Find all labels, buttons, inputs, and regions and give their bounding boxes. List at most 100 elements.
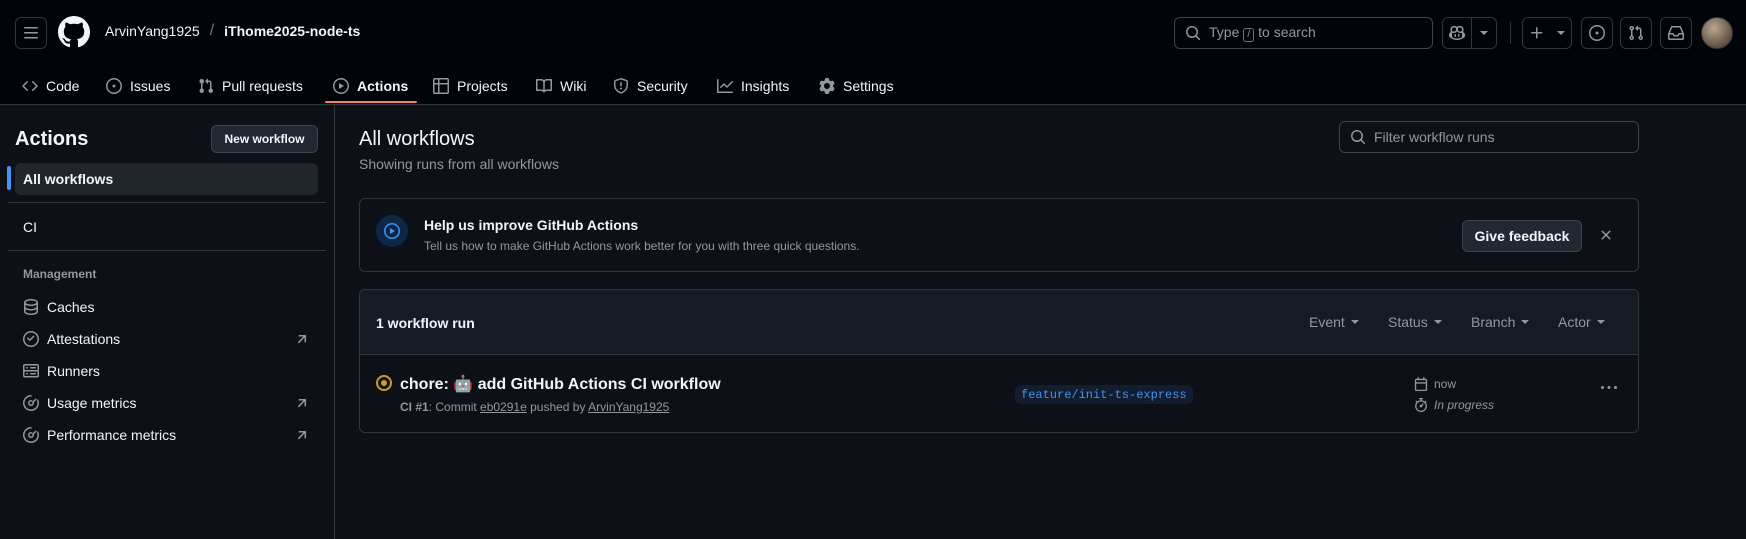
issue-opened-icon (106, 77, 122, 94)
tab-settings[interactable]: Settings (819, 66, 894, 105)
notifications-button[interactable] (1660, 17, 1692, 49)
copilot-menu-button[interactable] (1442, 17, 1497, 49)
arrow-up-right-icon (297, 335, 307, 344)
meter-icon (23, 427, 39, 443)
new-workflow-button[interactable]: New workflow (211, 125, 318, 153)
pull-requests-button[interactable] (1620, 17, 1652, 49)
meter-icon (23, 395, 39, 411)
user-avatar[interactable] (1701, 17, 1733, 49)
banner-text: Tell us how to make GitHub Actions work … (424, 239, 860, 253)
attestations-label: Attestations (47, 331, 121, 347)
arrow-up-right-icon (297, 399, 307, 408)
breadcrumb-repo-link[interactable]: iThome2025-node-ts (224, 23, 360, 39)
tab-projects-label: Projects (457, 77, 508, 94)
search-shortcut-key: / (1243, 28, 1255, 42)
sidebar-item-usage-metrics[interactable]: Usage metrics (15, 387, 318, 419)
tab-insights-label: Insights (741, 77, 790, 94)
tab-code[interactable]: Code (22, 66, 79, 105)
git-pull-request-icon (199, 78, 214, 93)
tab-pull-requests[interactable]: Pull requests (198, 66, 303, 105)
commit-link[interactable]: eb0291e (480, 400, 527, 414)
management-heading: Management (23, 267, 97, 281)
table-icon (433, 77, 449, 94)
sidebar-item-runners[interactable]: Runners (15, 355, 318, 387)
stopwatch-icon (1415, 398, 1427, 412)
branch-filter-dropdown[interactable]: Branch (1471, 314, 1530, 330)
event-filter-dropdown[interactable]: Event (1309, 314, 1359, 330)
runs-count: 1 workflow run (376, 315, 475, 331)
actor-link[interactable]: ArvinYang1925 (588, 400, 669, 414)
sidebar-divider (8, 202, 326, 203)
active-tab-indicator (325, 101, 417, 103)
tab-actions[interactable]: Actions (333, 66, 408, 105)
hamburger-menu-button[interactable] (15, 17, 47, 49)
tab-wiki-label: Wiki (560, 77, 587, 94)
search-icon (1351, 130, 1366, 145)
close-icon[interactable] (1598, 227, 1614, 243)
sidebar-item-ci[interactable]: CI (15, 211, 318, 243)
calendar-icon (1414, 377, 1428, 391)
breadcrumb-owner-link[interactable]: ArvinYang1925 (105, 23, 200, 39)
verified-icon (23, 331, 39, 347)
copilot-icon[interactable] (1443, 18, 1473, 48)
sidebar-item-caches[interactable]: Caches (15, 291, 318, 323)
page-title: All workflows (359, 128, 475, 150)
tab-insights[interactable]: Insights (717, 66, 789, 105)
issues-button[interactable] (1581, 17, 1613, 49)
book-icon (536, 78, 552, 92)
chevron-down-icon (1433, 320, 1442, 324)
shield-icon (614, 77, 628, 94)
tab-issues-label: Issues (130, 77, 171, 94)
sidebar-divider (8, 250, 326, 251)
actor-filter-dropdown[interactable]: Actor (1558, 314, 1605, 330)
tab-code-label: Code (46, 77, 80, 94)
kebab-horizontal-icon[interactable] (1599, 380, 1619, 396)
usage-metrics-label: Usage metrics (47, 395, 137, 411)
tab-security-label: Security (637, 77, 688, 94)
caches-label: Caches (47, 299, 95, 315)
code-icon (22, 80, 38, 91)
run-meta: CI #1: Commit eb0291e pushed by ArvinYan… (400, 400, 670, 414)
in-progress-status-icon (376, 375, 392, 391)
filter-runs-input[interactable] (1374, 129, 1624, 145)
tab-issues[interactable]: Issues (106, 66, 170, 105)
run-title-link[interactable]: chore: 🤖 add GitHub Actions CI workflow (400, 374, 721, 394)
give-feedback-button[interactable]: Give feedback (1462, 220, 1582, 252)
tab-wiki[interactable]: Wiki (536, 66, 586, 105)
run-workflow-number: CI #1 (400, 400, 429, 414)
status-filter-dropdown[interactable]: Status (1388, 314, 1442, 330)
global-search-input[interactable]: Type / to search (1174, 17, 1433, 49)
play-icon (376, 215, 408, 247)
performance-metrics-label: Performance metrics (47, 427, 177, 443)
database-icon (24, 299, 38, 315)
chevron-down-icon[interactable] (1472, 18, 1496, 48)
gear-icon (819, 77, 835, 94)
runs-list-header: 1 workflow run Event Status Branch Actor (360, 290, 1638, 355)
create-new-button[interactable] (1522, 17, 1572, 49)
tab-projects[interactable]: Projects (433, 66, 508, 105)
tab-security[interactable]: Security (613, 66, 688, 105)
sidebar-item-all-workflows[interactable]: All workflows (15, 163, 318, 195)
search-placeholder: Type / to search (1209, 24, 1316, 42)
banner-title: Help us improve GitHub Actions (424, 217, 639, 233)
filter-runs-field[interactable] (1339, 121, 1639, 153)
sidebar-item-performance-metrics[interactable]: Performance metrics (15, 419, 318, 451)
git-pull-request-icon (1629, 25, 1644, 41)
topbar-divider (1510, 22, 1511, 44)
tab-settings-label: Settings (843, 77, 894, 94)
github-logo-icon[interactable] (57, 16, 90, 48)
sidebar-item-attestations[interactable]: Attestations (15, 323, 318, 355)
run-time: now (1414, 377, 1456, 391)
runners-label: Runners (47, 363, 100, 379)
page-subtitle: Showing runs from all workflows (359, 156, 559, 172)
run-duration: In progress (1414, 398, 1494, 412)
tab-actions-label: Actions (357, 77, 409, 94)
chevron-down-icon (1350, 320, 1359, 324)
top-bar: ArvinYang1925 / iThome2025-node-ts Type /… (0, 0, 1746, 66)
repo-tabs: Code Issues Pull requests Actions Projec… (0, 66, 1746, 105)
inbox-icon (1668, 26, 1684, 40)
three-bars-icon (24, 27, 38, 39)
branch-label[interactable]: feature/init-ts-express (1015, 385, 1193, 404)
graph-icon (717, 78, 733, 93)
plus-icon (1523, 18, 1551, 48)
